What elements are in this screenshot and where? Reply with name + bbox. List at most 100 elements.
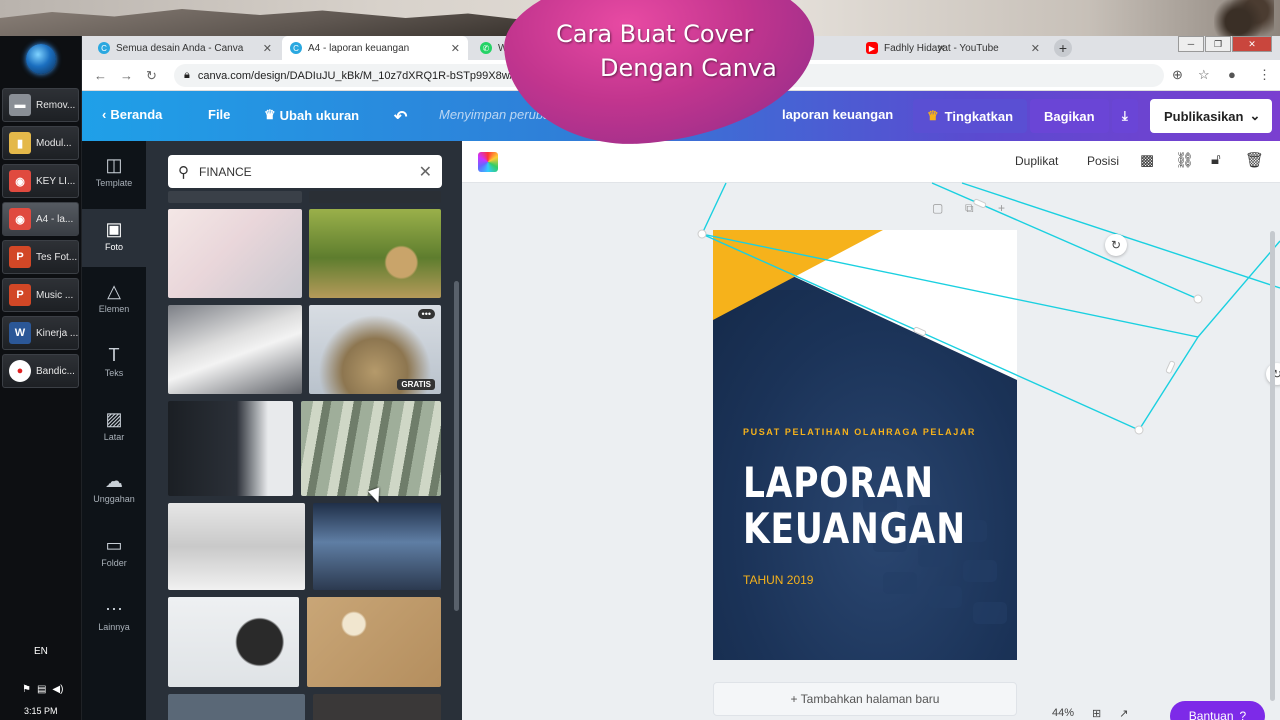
- clear-search-icon[interactable]: ✕: [419, 162, 432, 182]
- photo-thumbnail[interactable]: [168, 209, 302, 298]
- flag-icon[interactable]: ⚑: [22, 684, 31, 695]
- photo-thumbnail[interactable]: [168, 694, 305, 720]
- sidebar-item-template[interactable]: ◫ Template: [82, 155, 146, 201]
- sidebar-item-foto[interactable]: ▣ Foto: [82, 209, 146, 267]
- sidebar-item-folder[interactable]: ▭ Folder: [82, 535, 146, 581]
- undo-icon[interactable]: ↶: [394, 107, 407, 127]
- share-button[interactable]: Bagikan: [1030, 99, 1109, 133]
- upgrade-button[interactable]: ♛ Tingkatkan: [913, 99, 1028, 133]
- tab-youtube[interactable]: ▶ Fadhly Hidayat - YouTube ✕: [858, 36, 1048, 60]
- back-icon[interactable]: ←: [94, 68, 107, 83]
- sidebar-item-latar[interactable]: ▨ Latar: [82, 409, 146, 455]
- tab-all-designs[interactable]: C Semua desain Anda - Canva ✕: [90, 36, 280, 60]
- photo-thumbnail[interactable]: [168, 503, 305, 590]
- lock-icon[interactable]: 🔓︎: [1211, 151, 1221, 168]
- taskbar-item[interactable]: ◉ KEY LI...: [2, 164, 79, 198]
- menu-icon[interactable]: ⋮: [1258, 67, 1271, 83]
- transparency-icon[interactable]: ▩: [1140, 151, 1154, 169]
- publish-button[interactable]: Publikasikan ⌄: [1150, 99, 1272, 133]
- photo-thumbnail[interactable]: [301, 401, 441, 496]
- color-picker-icon[interactable]: [478, 152, 498, 172]
- close-window-icon[interactable]: ✕: [1232, 36, 1272, 52]
- sidebar-item-elemen[interactable]: △ Elemen: [82, 281, 146, 327]
- taskbar-item-label: Modul...: [36, 137, 72, 149]
- link-icon[interactable]: ⛓: [1175, 151, 1194, 169]
- taskbar-item[interactable]: P Music ...: [2, 278, 79, 312]
- photo-thumbnail[interactable]: [168, 401, 293, 496]
- maximize-icon[interactable]: ❐: [1205, 36, 1231, 52]
- taskbar-item[interactable]: ▮ Modul...: [2, 126, 79, 160]
- zoom-level[interactable]: 44%: [1052, 707, 1074, 720]
- crown-icon: ♛: [927, 108, 939, 123]
- photo-thumbnail[interactable]: [307, 597, 441, 687]
- add-page-button[interactable]: + Tambahkan halaman baru: [713, 682, 1017, 716]
- trash-icon[interactable]: 🗑︎: [1245, 151, 1264, 169]
- search-icon: ⚲: [178, 163, 189, 181]
- editor-scrollbar[interactable]: [1270, 231, 1275, 701]
- cover-title[interactable]: LAPORAN KEUANGAN: [743, 460, 966, 552]
- clock[interactable]: 3:15 PM: [24, 706, 58, 716]
- help-button[interactable]: Bantuan ?: [1170, 701, 1265, 720]
- close-icon[interactable]: ✕: [1031, 42, 1040, 55]
- position-button[interactable]: Posisi: [1087, 154, 1119, 168]
- file-menu[interactable]: File: [208, 107, 230, 122]
- new-tab-button[interactable]: +: [1054, 39, 1072, 57]
- close-icon[interactable]: ✕: [451, 42, 460, 55]
- comment-icon[interactable]: ▢: [932, 201, 943, 215]
- folder-icon: ▮: [9, 132, 31, 154]
- sidebar-item-unggahan[interactable]: ☁ Unggahan: [82, 471, 146, 517]
- photo-thumbnail[interactable]: [168, 305, 302, 394]
- minimize-icon[interactable]: ─: [1178, 36, 1204, 52]
- sidebar-item-lainnya[interactable]: ⋯ Lainnya: [82, 599, 146, 645]
- close-icon[interactable]: ✕: [263, 42, 272, 55]
- photo-thumbnail[interactable]: ••• GRATIS: [309, 305, 441, 394]
- powerpoint-icon: P: [9, 246, 31, 268]
- editor-toolbar: Duplikat Posisi ▩ ⛓ 🔓︎ 🗑︎: [462, 141, 1280, 183]
- taskbar-item[interactable]: P Tes Fot...: [2, 240, 79, 274]
- organization-text[interactable]: PUSAT PELATIHAN OLAHRAGA PELAJAR: [743, 427, 976, 437]
- photo-thumbnail[interactable]: [309, 209, 441, 298]
- crown-icon: ♛: [264, 107, 276, 122]
- copy-icon[interactable]: ⧉: [965, 201, 974, 216]
- forward-icon[interactable]: →: [120, 68, 133, 83]
- document-title[interactable]: laporan keuangan: [782, 107, 893, 122]
- bookmark-star-icon[interactable]: ☆: [1198, 67, 1210, 83]
- whatsapp-icon: ✆: [480, 42, 492, 54]
- grid-view-icon[interactable]: ⊞: [1092, 707, 1101, 720]
- duplicate-button[interactable]: Duplikat: [1015, 154, 1058, 168]
- photo-thumbnail[interactable]: [168, 597, 299, 687]
- photo-thumbnail[interactable]: [313, 503, 441, 590]
- start-button[interactable]: [25, 44, 56, 74]
- taskbar-item[interactable]: ◉ A4 - la...: [2, 202, 79, 236]
- folder-icon: ▭: [105, 535, 123, 555]
- taskbar-item[interactable]: ● Bandic...: [2, 354, 79, 388]
- search-input[interactable]: ⚲ FINANCE ✕: [168, 155, 442, 188]
- rotate-handle-icon[interactable]: ↻: [1105, 234, 1127, 256]
- sidebar-item-teks[interactable]: T Teks: [82, 345, 146, 391]
- taskbar-item[interactable]: ▬ Remov...: [2, 88, 79, 122]
- photo-thumbnail[interactable]: [313, 694, 441, 720]
- fullscreen-icon[interactable]: ↗: [1119, 707, 1128, 720]
- screen: { "taskbar": { "items": [ {"label": "Rem…: [0, 0, 1280, 720]
- volume-icon[interactable]: ◀): [52, 684, 63, 695]
- photo-thumbnail[interactable]: [309, 191, 441, 203]
- download-icon[interactable]: ⤓: [1112, 99, 1138, 133]
- add-icon[interactable]: +: [998, 201, 1005, 215]
- windows-taskbar: ▬ Remov... ▮ Modul... ◉ KEY LI... ◉ A4 - la... P…: [0, 36, 82, 720]
- more-options-icon[interactable]: •••: [417, 309, 435, 319]
- taskbar-item[interactable]: W Kinerja ...: [2, 316, 79, 350]
- panel-scrollbar[interactable]: [454, 281, 459, 611]
- network-icon[interactable]: ▤: [37, 684, 46, 695]
- zoom-icon[interactable]: ⊕: [1172, 67, 1183, 83]
- year-text[interactable]: TAHUN 2019: [743, 573, 813, 587]
- tab-current-design[interactable]: C A4 - laporan keuangan ✕: [282, 36, 468, 60]
- reload-icon[interactable]: ↻: [146, 68, 157, 84]
- profile-icon[interactable]: ●: [1228, 67, 1236, 82]
- design-page[interactable]: PUSAT PELATIHAN OLAHRAGA PELAJAR LAPORAN…: [713, 230, 1017, 660]
- canvas-editor: Duplikat Posisi ▩ ⛓ 🔓︎ 🗑︎ PUSAT PELATIHA…: [462, 141, 1280, 720]
- language-indicator[interactable]: EN: [34, 646, 48, 657]
- photo-thumbnail[interactable]: [168, 191, 302, 203]
- taskbar-item-label: KEY LI...: [36, 175, 76, 187]
- resize-button[interactable]: ♛ Ubah ukuran: [264, 107, 359, 123]
- home-button[interactable]: ‹ Beranda: [102, 107, 162, 122]
